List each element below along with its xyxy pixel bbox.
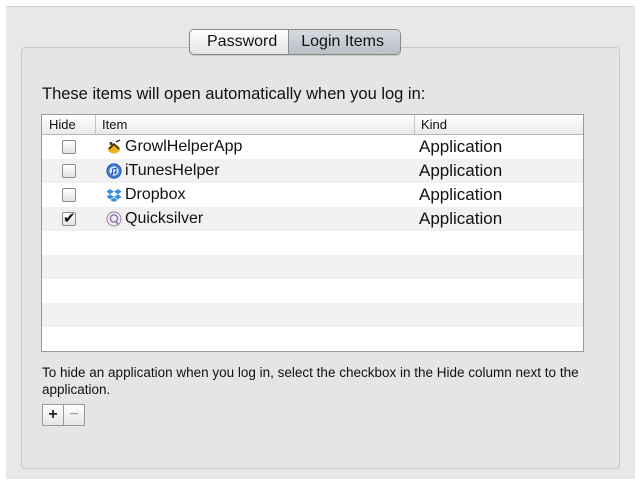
column-header-kind[interactable]: Kind: [415, 115, 583, 134]
item-name: GrowlHelperApp: [125, 138, 243, 155]
quicksilver-icon: [106, 211, 122, 227]
tab-login-items[interactable]: Login Items: [288, 30, 400, 54]
empty-row: [42, 255, 583, 279]
empty-row: [42, 351, 583, 352]
add-remove-control: + −: [42, 404, 85, 426]
item-kind: Application: [419, 161, 503, 180]
add-item-button[interactable]: +: [43, 405, 63, 425]
login-items-table: Hide Item Kind GrowlHelperApp Applicatio…: [41, 114, 584, 352]
empty-row: [42, 279, 583, 303]
item-name: Dropbox: [125, 186, 186, 203]
itunes-icon: [106, 163, 122, 179]
dropbox-icon: [106, 189, 122, 202]
instructions-text: To hide an application when you log in, …: [42, 365, 579, 397]
remove-item-button[interactable]: −: [63, 405, 84, 425]
hide-checkbox[interactable]: [62, 164, 76, 178]
growl-icon: [108, 139, 121, 154]
tab-password[interactable]: Password: [190, 30, 288, 54]
table-row[interactable]: ✔ Quicksilver Application: [42, 207, 583, 231]
empty-row: [42, 303, 583, 327]
item-kind: Application: [419, 185, 503, 204]
hide-checkbox[interactable]: [62, 140, 76, 154]
column-header-hide[interactable]: Hide: [42, 115, 96, 134]
hide-checkbox-checked[interactable]: ✔: [62, 211, 76, 226]
section-heading: These items will open automatically when…: [42, 85, 426, 103]
item-kind: Application: [419, 137, 503, 156]
hide-checkbox[interactable]: [62, 188, 76, 202]
table-header: Hide Item Kind: [42, 115, 583, 135]
empty-row: [42, 327, 583, 351]
item-name: Quicksilver: [125, 210, 204, 227]
tab-bar: Password Login Items: [189, 29, 401, 55]
table-row[interactable]: GrowlHelperApp Application: [42, 135, 583, 159]
table-row[interactable]: Dropbox Application: [42, 183, 583, 207]
column-header-item[interactable]: Item: [96, 115, 415, 134]
table-row[interactable]: iTunesHelper Application: [42, 159, 583, 183]
item-kind: Application: [419, 209, 503, 228]
empty-row: [42, 231, 583, 255]
item-name: iTunesHelper: [125, 162, 220, 179]
